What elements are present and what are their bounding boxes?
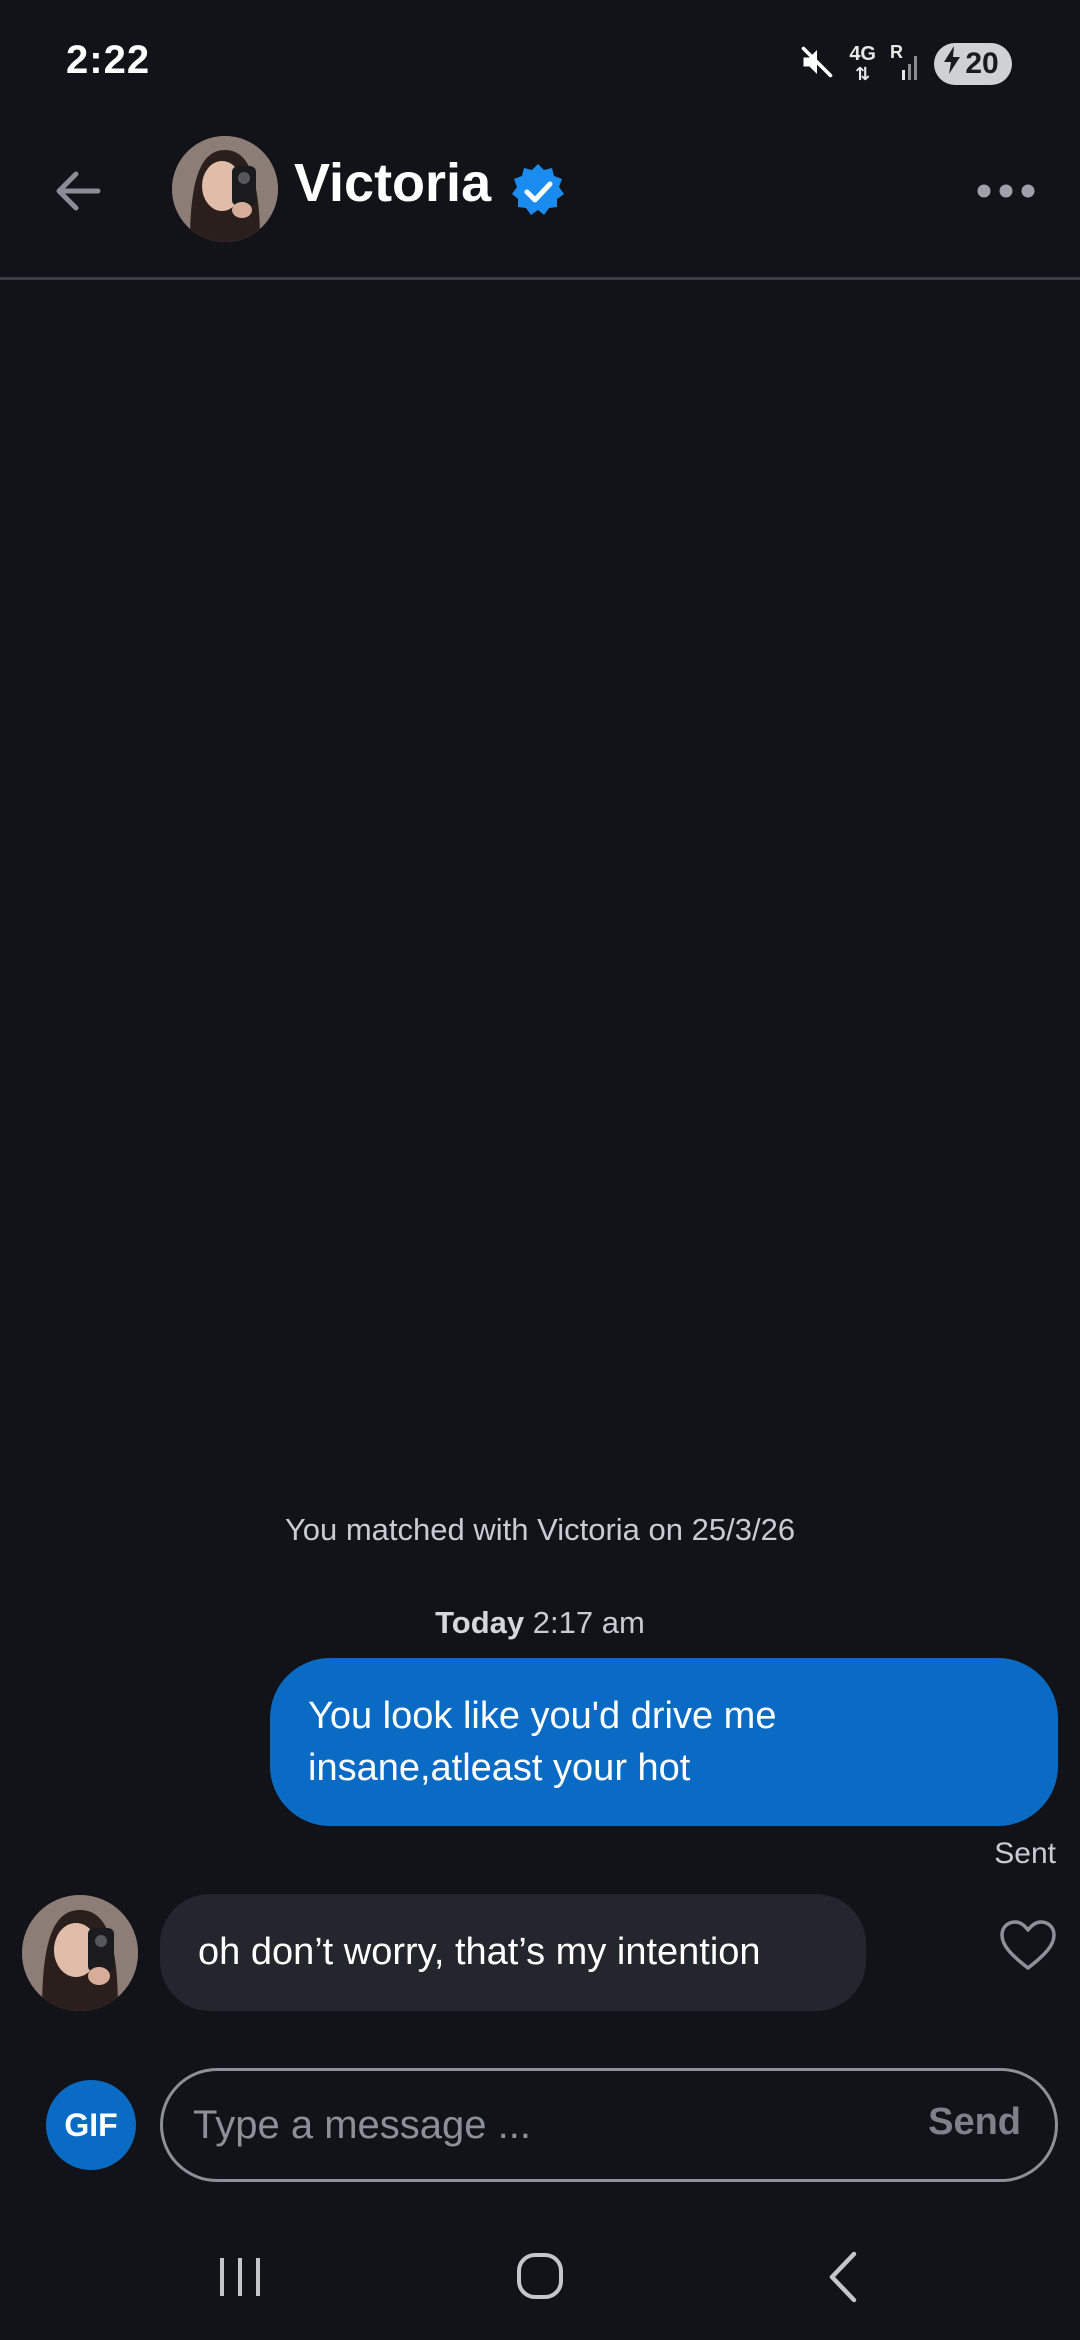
chat-header: Victoria [0,128,1080,280]
battery-level: 20 [965,47,999,80]
status-icons: 4G ⇅ R 20 [799,42,1012,86]
recents-button[interactable] [200,2242,280,2312]
more-options-button[interactable] [974,176,1038,206]
battery-indicator: 20 [934,43,1012,85]
contact-name[interactable]: Victoria [294,152,491,214]
system-back-button[interactable] [804,2242,884,2312]
received-message-bubble[interactable]: oh don’t worry, that’s my intention [160,1894,866,2011]
day-label: Today [435,1605,525,1640]
charging-icon [941,45,963,83]
sent-status: Sent [994,1837,1056,1870]
more-horizontal-icon [977,184,1035,198]
status-time: 2:22 [66,38,151,82]
mute-icon [799,44,835,85]
back-button[interactable] [48,161,108,221]
heart-outline-icon [1000,1920,1056,1970]
like-message-button[interactable] [998,1918,1058,1974]
time-label: 2:17 am [532,1605,645,1640]
message-composer: Send [160,2068,1058,2182]
chevron-left-icon [829,2251,857,2303]
verified-badge-icon [508,161,568,221]
sender-avatar[interactable] [22,1895,138,2011]
signal-icon: R [890,42,920,82]
recents-icon [220,2258,260,2296]
match-note: You matched with Victoria on 25/3/26 [284,1512,796,1547]
gif-button[interactable]: GIF [46,2080,136,2170]
home-button[interactable] [500,2242,580,2312]
arrow-left-icon [56,171,101,211]
system-nav-bar [0,2220,1080,2340]
home-icon [517,2253,563,2299]
network-indicator: 4G ⇅ [849,43,876,84]
message-input[interactable] [193,2071,873,2179]
contact-avatar[interactable] [172,136,278,242]
send-button[interactable]: Send [928,2101,1021,2144]
message-timestamp: Today 2:17 am [0,1605,1080,1641]
received-message-text: oh don’t worry, that’s my intention [198,1931,761,1973]
status-bar: 2:22 4G ⇅ R 20 [0,0,1080,128]
sent-message-bubble[interactable]: You look like you'd drive me insane,atle… [270,1658,1058,1826]
